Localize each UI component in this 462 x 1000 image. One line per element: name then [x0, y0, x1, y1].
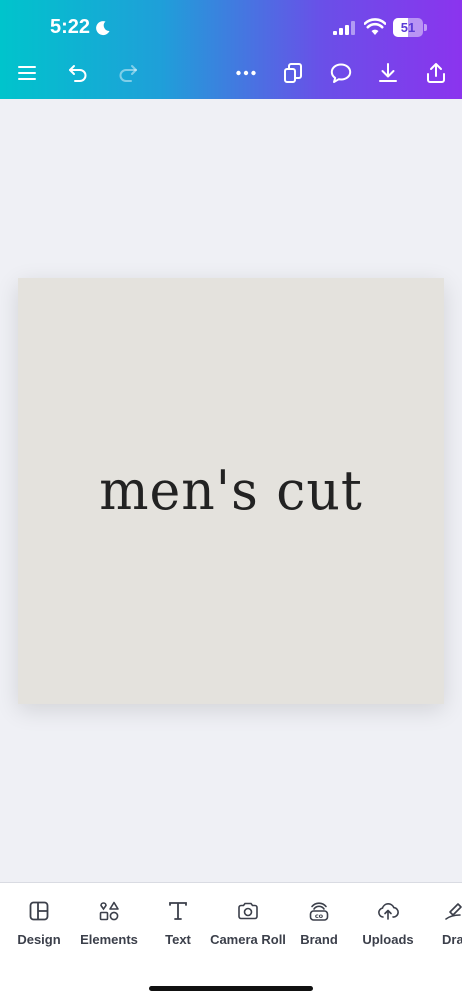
- nav-elements[interactable]: Elements: [80, 899, 138, 947]
- nav-camera-roll[interactable]: Camera Roll: [210, 899, 286, 947]
- moon-icon: [96, 21, 110, 36]
- download-button[interactable]: [373, 58, 403, 88]
- more-icon: [236, 70, 256, 76]
- battery-level: 51: [400, 20, 416, 35]
- download-icon: [379, 63, 397, 82]
- canvas-area: men's cut: [0, 99, 462, 882]
- nav-text[interactable]: Text: [160, 899, 196, 947]
- share-icon: [427, 63, 445, 83]
- more-button[interactable]: [231, 58, 261, 88]
- design-text[interactable]: men's cut: [99, 460, 363, 523]
- nav-camera-roll-label: Camera Roll: [210, 932, 286, 947]
- camera-icon: [238, 902, 258, 920]
- signal-icon: [333, 21, 355, 35]
- undo-icon: [69, 65, 87, 82]
- draw-icon: [445, 903, 462, 920]
- brand-icon: co: [309, 902, 329, 921]
- pages-icon: [284, 63, 302, 83]
- design-icon: [29, 901, 49, 921]
- nav-design-label: Design: [17, 932, 61, 947]
- svg-text:co: co: [315, 912, 324, 920]
- redo-button[interactable]: [113, 58, 143, 88]
- share-button[interactable]: [421, 58, 451, 88]
- menu-icon: [18, 66, 36, 80]
- nav-text-label: Text: [165, 932, 191, 947]
- status-time: 5:22: [50, 16, 91, 38]
- design-page[interactable]: men's cut: [18, 278, 444, 704]
- undo-button[interactable]: [63, 58, 93, 88]
- nav-uploads[interactable]: Uploads: [362, 899, 414, 947]
- battery-icon: 51: [393, 18, 427, 37]
- wifi-icon: [364, 18, 386, 35]
- pages-button[interactable]: [278, 58, 308, 88]
- uploads-icon: [378, 903, 399, 920]
- nav-draw[interactable]: Dra: [442, 899, 462, 947]
- comment-icon: [330, 63, 352, 83]
- nav-design[interactable]: Design: [17, 899, 61, 947]
- comment-button[interactable]: [326, 58, 356, 88]
- menu-button[interactable]: [12, 58, 42, 88]
- home-indicator: [149, 986, 313, 991]
- bottom-nav: Design Elements Text Camera Roll co Bran…: [0, 882, 462, 1000]
- nav-brand[interactable]: co Brand: [300, 899, 338, 947]
- redo-icon: [119, 65, 137, 82]
- nav-brand-label: Brand: [300, 932, 338, 947]
- top-toolbar: 5:22 51: [0, 0, 462, 99]
- nav-uploads-label: Uploads: [362, 932, 414, 947]
- nav-draw-label: Dra: [442, 932, 462, 947]
- text-icon: [169, 902, 187, 920]
- nav-elements-label: Elements: [80, 932, 138, 947]
- elements-icon: [99, 901, 119, 921]
